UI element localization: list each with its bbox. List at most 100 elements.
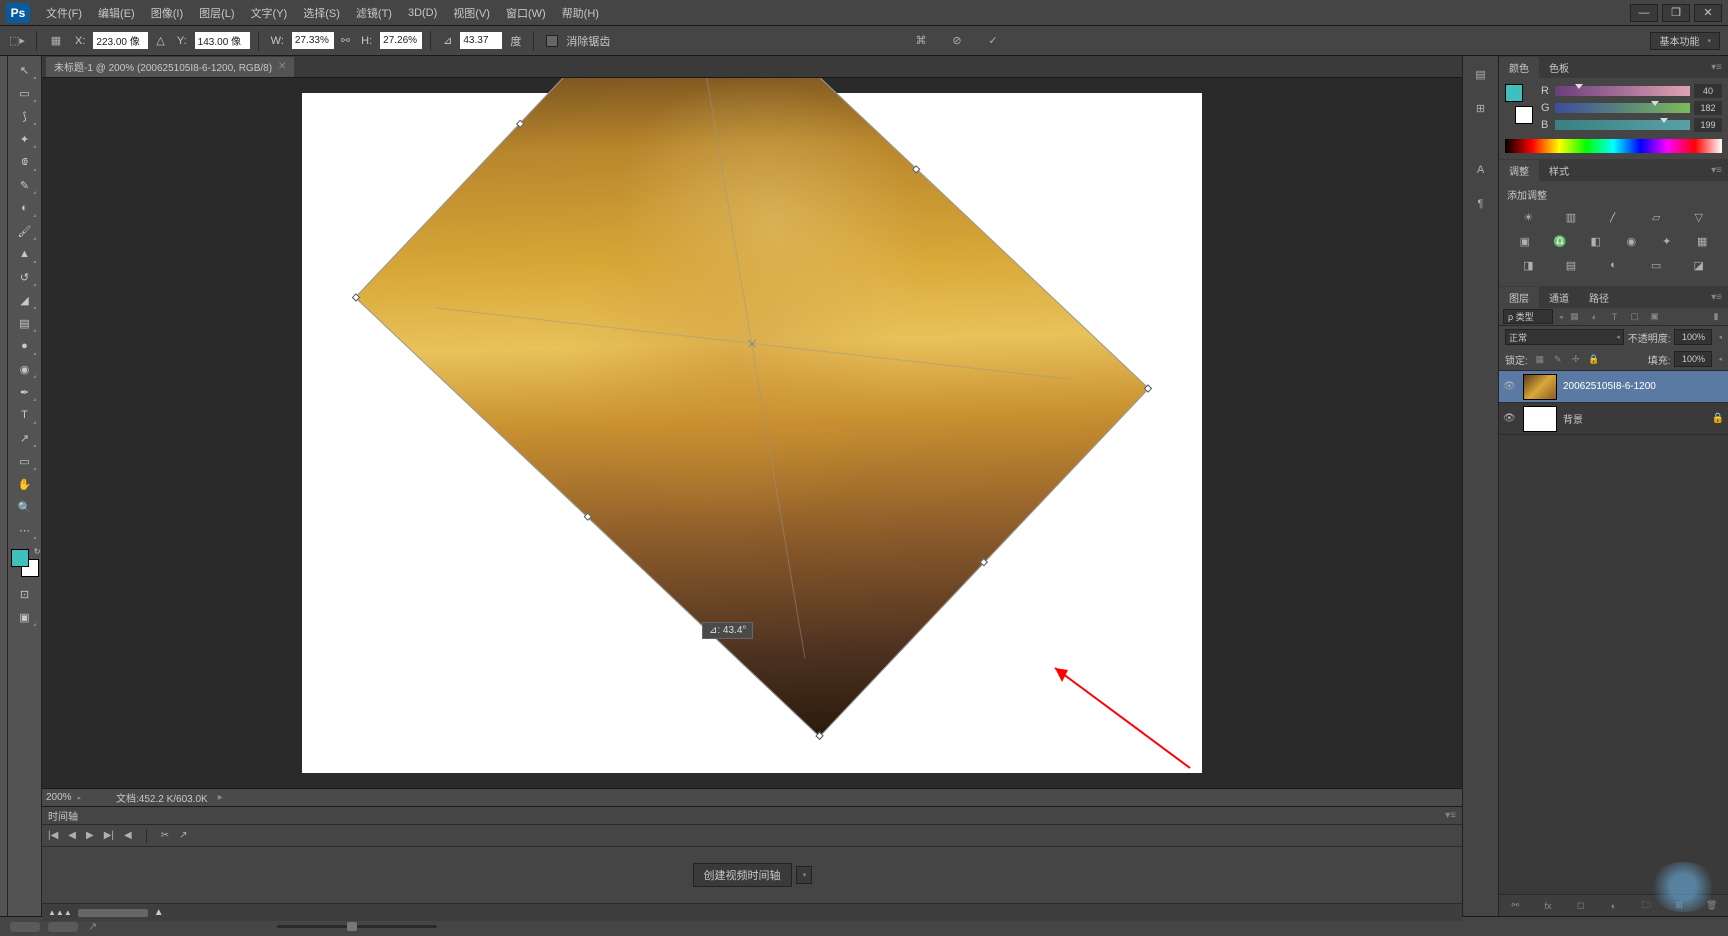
menu-view[interactable]: 视图(V) xyxy=(445,2,498,24)
tab-styles[interactable]: 样式 xyxy=(1539,160,1579,181)
hand-tool[interactable]: ✋ xyxy=(13,474,37,494)
layer-thumbnail[interactable] xyxy=(1523,406,1557,432)
zoom-level[interactable]: 200%▸ xyxy=(46,792,106,803)
adjustments-panel-menu-icon[interactable]: ▾≡ xyxy=(1705,165,1728,176)
cancel-transform-icon[interactable]: ⊘ xyxy=(946,31,968,51)
g-value[interactable]: 182 xyxy=(1694,101,1722,115)
commit-transform-icon[interactable]: ✓ xyxy=(982,31,1004,51)
dodge-tool[interactable]: ◉ xyxy=(13,359,37,379)
menu-file[interactable]: 文件(F) xyxy=(38,2,90,24)
lock-transparent-icon[interactable]: ▦ xyxy=(1532,352,1548,366)
healing-brush-tool[interactable]: ◐ xyxy=(13,198,37,218)
menu-select[interactable]: 选择(S) xyxy=(295,2,348,24)
tab-layers[interactable]: 图层 xyxy=(1499,287,1539,308)
history-panel-icon[interactable]: ▤ xyxy=(1470,64,1492,84)
h-input[interactable] xyxy=(380,32,422,49)
marquee-tool[interactable]: ▭ xyxy=(13,83,37,103)
levels-icon[interactable]: ▥ xyxy=(1561,208,1581,226)
magic-wand-tool[interactable]: ✦ xyxy=(13,129,37,149)
tab-close-icon[interactable]: ✕ xyxy=(278,61,286,72)
color-lookup-icon[interactable]: ▦ xyxy=(1692,232,1712,250)
hue-icon[interactable]: ▣ xyxy=(1515,232,1535,250)
layers-panel-menu-icon[interactable]: ▾≡ xyxy=(1705,292,1728,303)
menu-edit[interactable]: 编辑(E) xyxy=(90,2,143,24)
eyedropper-tool[interactable]: ✎ xyxy=(13,175,37,195)
invert-icon[interactable]: ◨ xyxy=(1518,256,1538,274)
selective-color-icon[interactable]: ◪ xyxy=(1689,256,1709,274)
timeline-prev-frame[interactable]: ◀ xyxy=(68,830,76,841)
r-value[interactable]: 40 xyxy=(1694,84,1722,98)
photo-filter-icon[interactable]: ◉ xyxy=(1621,232,1641,250)
history-brush-tool[interactable]: ↺ xyxy=(13,267,37,287)
screen-mode-tool[interactable]: ▣ xyxy=(13,607,37,627)
lock-pixels-icon[interactable]: ✎ xyxy=(1550,352,1566,366)
brightness-icon[interactable]: ☀ xyxy=(1518,208,1538,226)
fill-input[interactable]: 100% xyxy=(1674,351,1712,367)
link-icon[interactable]: ⚯ xyxy=(338,34,353,47)
handle-bottom-right[interactable] xyxy=(815,732,823,740)
layer-row[interactable]: 👁 200625105I8-6-1200 xyxy=(1499,371,1728,403)
brush-tool[interactable]: 🖌 xyxy=(13,221,37,241)
move-tool[interactable]: ↖ xyxy=(13,60,37,80)
layer-thumbnail[interactable] xyxy=(1523,374,1557,400)
filter-type-select[interactable]: ρ 类型 xyxy=(1503,309,1553,324)
visibility-icon[interactable]: 👁 xyxy=(1503,381,1517,392)
zoom-tool[interactable]: 🔍 xyxy=(13,497,37,517)
new-group-icon[interactable]: 🗀 xyxy=(1638,899,1654,913)
layer-mask-icon[interactable]: ◻ xyxy=(1573,899,1589,913)
filter-adjust-icon[interactable]: ◐ xyxy=(1587,310,1603,324)
warp-mode-icon[interactable]: ⌘ xyxy=(910,31,932,51)
balance-icon[interactable]: ♎ xyxy=(1550,232,1570,250)
handle-bottom-mid[interactable] xyxy=(584,512,592,520)
mini-bridge-icon-2[interactable] xyxy=(48,922,78,932)
type-tool[interactable]: T xyxy=(13,405,37,425)
curves-icon[interactable]: 〳 xyxy=(1603,208,1623,226)
filter-pixel-icon[interactable]: ▦ xyxy=(1567,310,1583,324)
gradient-map-icon[interactable]: ▭ xyxy=(1646,256,1666,274)
layer-style-icon[interactable]: fx xyxy=(1540,899,1556,913)
menu-filter[interactable]: 滤镜(T) xyxy=(348,2,400,24)
color-spectrum[interactable] xyxy=(1505,139,1722,153)
blur-tool[interactable]: ● xyxy=(13,336,37,356)
timeline-next-frame[interactable]: ▶| xyxy=(104,830,114,841)
status-expand-icon[interactable]: ↗ xyxy=(88,920,97,933)
create-video-timeline-button[interactable]: 创建视频时间轴 xyxy=(693,863,792,887)
close-button[interactable]: ✕ xyxy=(1694,4,1722,22)
y-input[interactable] xyxy=(195,32,250,49)
opacity-input[interactable]: 100% xyxy=(1674,329,1712,345)
vibrance-icon[interactable]: ▽ xyxy=(1689,208,1709,226)
w-input[interactable] xyxy=(292,32,334,49)
timeline-split-icon[interactable]: ✂ xyxy=(161,830,169,841)
g-slider[interactable] xyxy=(1555,103,1690,113)
color-panel-menu-icon[interactable]: ▾≡ xyxy=(1705,62,1728,73)
tab-channels[interactable]: 通道 xyxy=(1539,287,1579,308)
menu-help[interactable]: 帮助(H) xyxy=(554,2,607,24)
lock-position-icon[interactable]: ✢ xyxy=(1568,352,1584,366)
paragraph-panel-icon[interactable]: ¶ xyxy=(1470,194,1492,214)
crop-tool[interactable]: ⟃ xyxy=(13,152,37,172)
layer-name[interactable]: 200625105I8-6-1200 xyxy=(1563,381,1656,392)
delta-icon[interactable]: △ xyxy=(152,34,168,47)
document-tab[interactable]: 未标题-1 @ 200% (200625105I8-6-1200, RGB/8)… xyxy=(46,57,294,77)
b-slider[interactable] xyxy=(1555,120,1690,130)
lasso-tool[interactable]: ⟆ xyxy=(13,106,37,126)
doc-size-info[interactable]: 文档:452.2 K/603.0K xyxy=(116,790,208,805)
blend-mode-select[interactable]: 正常◂ xyxy=(1505,329,1624,345)
new-fill-icon[interactable]: ◐ xyxy=(1605,899,1621,913)
filter-toggle[interactable]: ▮ xyxy=(1708,310,1724,324)
transform-icon[interactable]: ⬚▸ xyxy=(6,31,28,51)
tab-paths[interactable]: 路径 xyxy=(1579,287,1619,308)
transform-center[interactable] xyxy=(745,336,759,350)
properties-panel-icon[interactable]: ⊞ xyxy=(1470,98,1492,118)
reference-point-icon[interactable]: ▦ xyxy=(45,31,67,51)
timeline-first-frame[interactable]: |◀ xyxy=(48,830,58,841)
status-menu-icon[interactable]: ▸ xyxy=(218,792,223,803)
lock-all-icon[interactable]: 🔒 xyxy=(1586,352,1602,366)
edit-toolbar[interactable]: ⋯ xyxy=(13,520,37,540)
workspace-selector[interactable]: 基本功能▾ xyxy=(1650,32,1720,50)
link-layers-icon[interactable]: ⚯ xyxy=(1507,899,1523,913)
filter-type-icon[interactable]: T xyxy=(1607,310,1623,324)
tab-swatches[interactable]: 色板 xyxy=(1539,57,1579,78)
mini-bridge-icon[interactable] xyxy=(10,922,40,932)
exposure-icon[interactable]: ▱ xyxy=(1646,208,1666,226)
